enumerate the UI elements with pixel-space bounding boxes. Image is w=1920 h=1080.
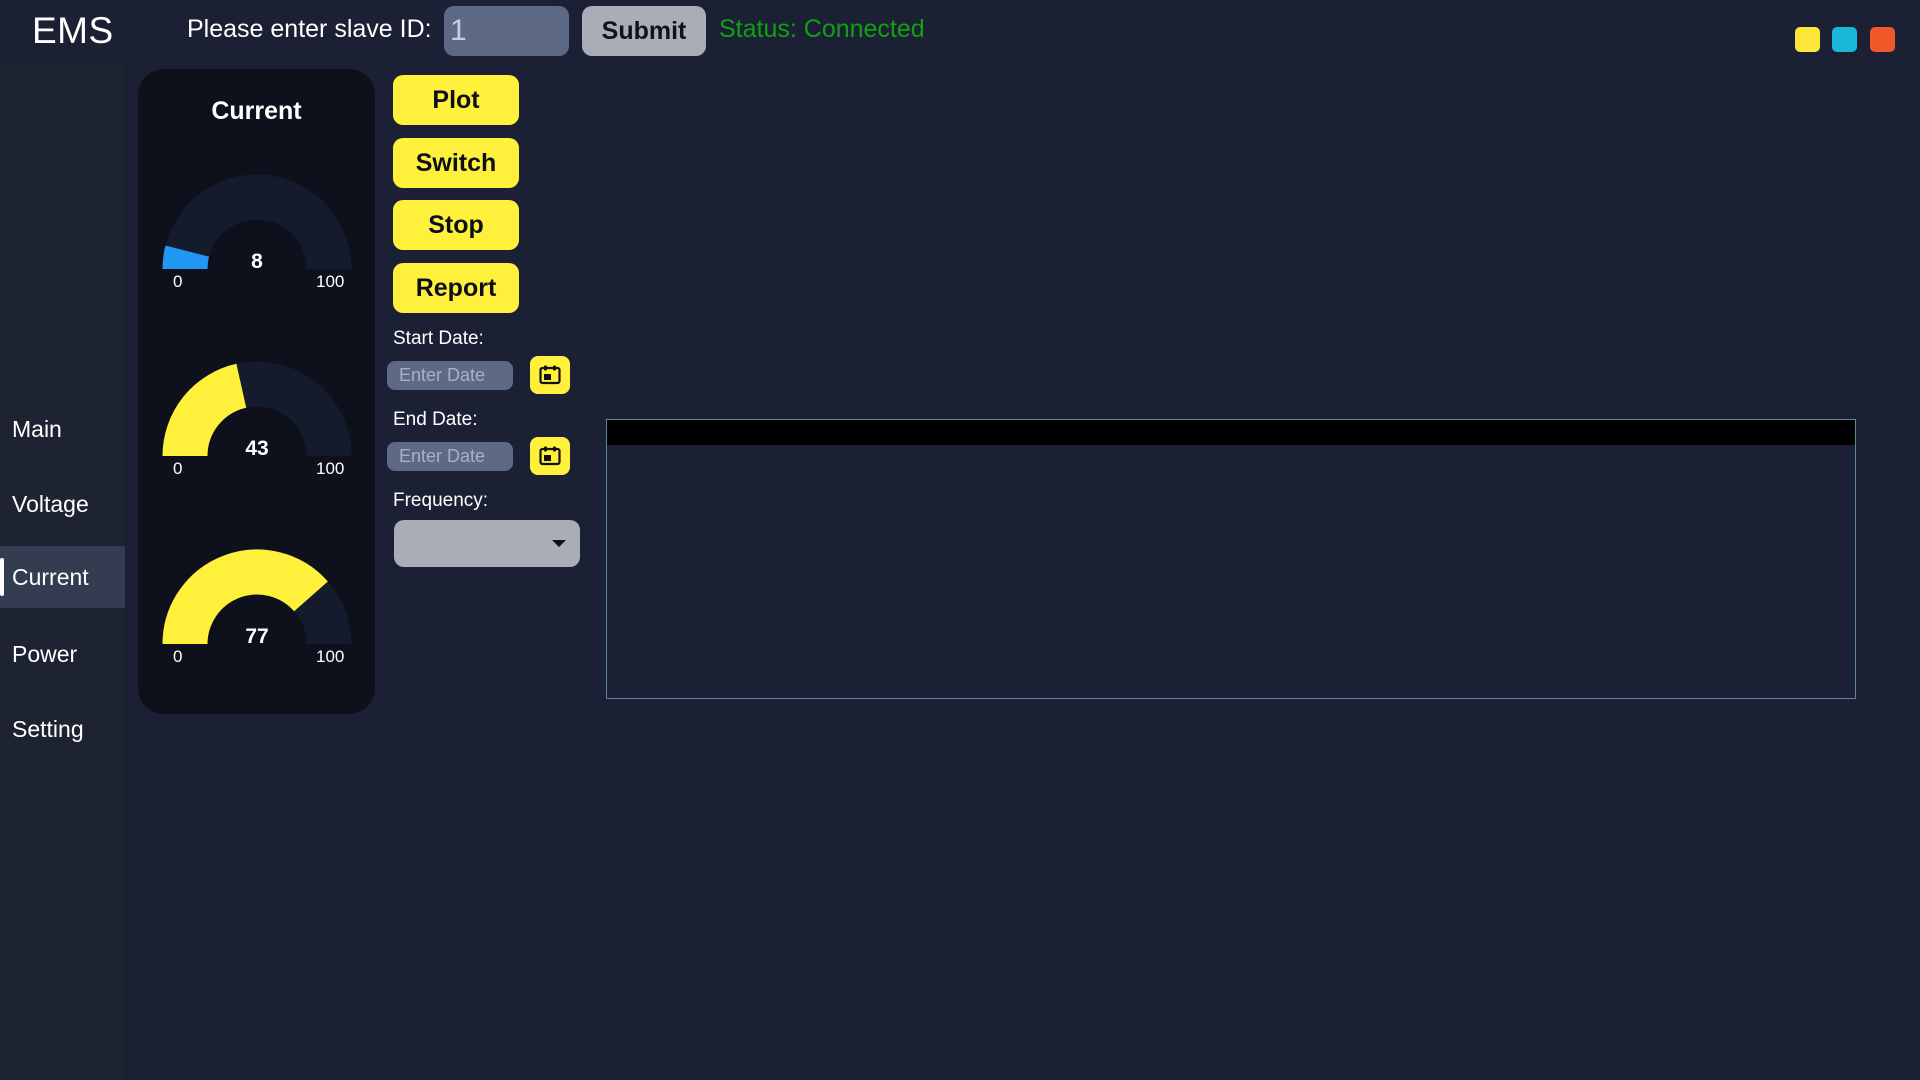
sidebar-item-main[interactable]: Main	[0, 398, 125, 460]
start-date-picker-button[interactable]	[530, 356, 570, 394]
calendar-icon	[539, 446, 561, 466]
start-date-input[interactable]	[387, 361, 513, 390]
current-gauge-panel: Current 8 0 100 43 0 100 77 0 100	[138, 69, 375, 714]
chevron-down-icon	[552, 540, 566, 547]
sidebar-item-power[interactable]: Power	[0, 623, 125, 685]
start-date-label: Start Date:	[393, 328, 484, 349]
end-date-picker-button[interactable]	[530, 437, 570, 475]
close-button[interactable]	[1870, 27, 1895, 52]
connection-status: Status: Connected	[719, 15, 925, 43]
gauge-2: 43 0 100	[161, 360, 353, 490]
sidebar: Main Voltage Current Power Setting	[0, 62, 125, 1080]
sidebar-item-current[interactable]: Current	[0, 546, 125, 608]
sidebar-item-label: Current	[12, 563, 89, 590]
gauge-value: 8	[251, 250, 263, 273]
submit-button[interactable]: Submit	[582, 6, 706, 56]
app-logo: EMS	[32, 10, 114, 51]
frequency-label: Frequency:	[393, 490, 489, 511]
stop-button[interactable]: Stop	[393, 200, 519, 250]
gauge-value: 77	[245, 625, 269, 648]
gauge-min-label: 0	[173, 459, 183, 478]
maximize-button[interactable]	[1832, 27, 1857, 52]
gauge-1: 8 0 100	[161, 173, 353, 303]
sidebar-item-label: Setting	[12, 715, 84, 742]
plot-area[interactable]	[606, 419, 1856, 699]
gauge-min-label: 0	[173, 272, 183, 291]
gauge-max-label: 100	[316, 272, 345, 291]
report-button[interactable]: Report	[393, 263, 519, 313]
app-window: EMS Please enter slave ID: Submit Status…	[0, 0, 1920, 1080]
sidebar-item-label: Voltage	[12, 490, 89, 517]
sidebar-item-label: Power	[12, 640, 78, 667]
plot-header-bar	[607, 420, 1855, 445]
end-date-input[interactable]	[387, 442, 513, 471]
frequency-select[interactable]	[394, 520, 580, 567]
switch-button[interactable]: Switch	[393, 138, 519, 188]
gauge-3: 77 0 100	[161, 548, 353, 678]
gauge-min-label: 0	[173, 647, 183, 666]
gauge-max-label: 100	[316, 647, 345, 666]
minimize-button[interactable]	[1795, 27, 1820, 52]
plot-button[interactable]: Plot	[393, 75, 519, 125]
slave-id-input[interactable]	[444, 6, 569, 56]
end-date-label: End Date:	[393, 409, 478, 430]
slave-id-label: Please enter slave ID:	[187, 15, 432, 43]
sidebar-item-setting[interactable]: Setting	[0, 698, 125, 760]
sidebar-item-voltage[interactable]: Voltage	[0, 473, 125, 535]
gauge-value: 43	[245, 437, 269, 460]
calendar-icon	[539, 365, 561, 385]
sidebar-item-label: Main	[12, 415, 62, 442]
panel-title: Current	[211, 97, 302, 125]
gauge-max-label: 100	[316, 459, 345, 478]
